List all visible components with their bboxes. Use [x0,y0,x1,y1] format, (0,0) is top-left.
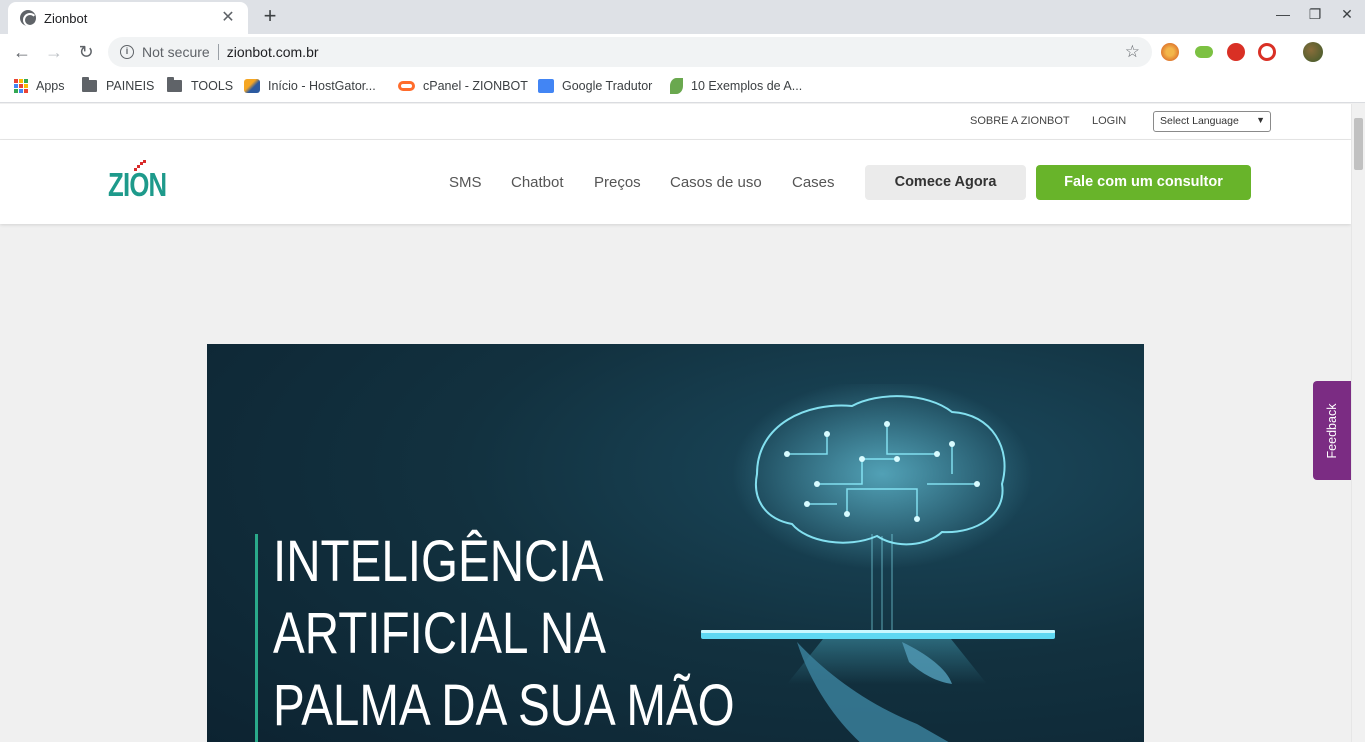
cpanel-icon [398,81,415,91]
site-header: ZION SMS Chatbot Preços Casos de uso Cas… [0,140,1351,224]
feedback-tab[interactable]: Feedback [1313,381,1351,480]
nav-chatbot[interactable]: Chatbot [511,174,564,191]
site-logo[interactable]: ZION [108,158,168,204]
nav-sms[interactable]: SMS [449,174,482,191]
about-link[interactable]: SOBRE A ZIONBOT [970,115,1070,127]
close-window-icon[interactable]: ✕ [1337,6,1357,23]
profile-avatar[interactable] [1303,42,1323,62]
tab-strip: Zionbot ✕ + — ❐ ✕ [0,0,1365,34]
hero-headline-line-2: ARTIFICIAL NA [273,601,606,666]
bookmark-label: Google Tradutor [562,79,653,93]
extension-icon-1[interactable] [1161,43,1179,61]
language-select[interactable]: Select Language ▼ [1153,111,1271,132]
globe-icon [20,10,37,27]
info-icon[interactable]: i [120,45,134,59]
hero-headline: INTELIGÊNCIA ARTIFICIAL NA PALMA DA SUA … [273,526,735,742]
nav-casos-de-uso[interactable]: Casos de uso [670,174,762,191]
restore-icon[interactable]: ❐ [1305,6,1325,23]
url-text[interactable]: zionbot.com.br [227,44,1125,60]
extension-icon-2[interactable] [1195,46,1213,58]
web-page: SOBRE A ZIONBOT LOGIN Select Language ▼ … [0,104,1351,742]
hero-headline-line-1: INTELIGÊNCIA [273,529,604,594]
comece-agora-button[interactable]: Comece Agora [865,165,1026,200]
hostgator-icon [244,79,260,93]
close-tab-icon[interactable]: ✕ [220,10,236,26]
extension-icon-4[interactable] [1258,43,1276,61]
bookmark-label: cPanel - ZIONBOT [423,79,528,93]
minimize-icon[interactable]: — [1273,6,1293,22]
back-icon[interactable]: ← [10,40,34,64]
bookmark-star-icon[interactable]: ☆ [1125,42,1140,62]
chevron-down-icon: ▼ [1256,115,1265,125]
bookmark-label: PAINEIS [106,79,155,93]
nav-cases[interactable]: Cases [792,174,835,191]
scrollbar-thumb[interactable] [1354,118,1363,170]
apps-grid-icon [14,79,28,93]
login-link[interactable]: LOGIN [1092,115,1126,127]
leaf-icon [670,78,683,94]
browser-toolbar: ← → ↻ i Not secure zionbot.com.br ☆ 1 ⋮ [0,34,1365,100]
bookmark-label: 10 Exemplos de A... [691,79,803,93]
bookmarks-bar: Apps PAINEIS TOOLS Início - HostGator...… [0,70,1365,103]
nav-precos[interactable]: Preços [594,174,641,191]
bookmark-label: Apps [36,79,65,93]
omnibox-separator [217,44,219,60]
site-topbar: SOBRE A ZIONBOT LOGIN Select Language ▼ [0,104,1351,140]
hero-banner: INTELIGÊNCIA ARTIFICIAL NA PALMA DA SUA … [207,344,1144,742]
bookmark-google-tradutor[interactable]: Google Tradutor [538,77,652,95]
hero-headline-line-3: PALMA DA SUA MÃO [273,673,735,738]
bookmark-label: TOOLS [191,79,234,93]
bookmark-apps[interactable]: Apps [14,77,65,95]
headline-accent-line [255,534,258,742]
folder-icon [82,77,97,92]
folder-icon [167,77,182,92]
extension-icon-3[interactable] [1227,43,1245,61]
brain-hand-illustration [701,384,1055,742]
address-bar[interactable]: i Not secure zionbot.com.br ☆ [108,37,1152,67]
bookmark-paineis[interactable]: PAINEIS [82,77,154,95]
browser-tab[interactable]: Zionbot ✕ [8,2,248,34]
bookmark-cpanel[interactable]: cPanel - ZIONBOT [398,77,528,95]
page-scrollbar[interactable] [1351,104,1365,742]
bookmark-10-exemplos[interactable]: 10 Exemplos de A... [670,77,802,95]
security-label: Not secure [142,44,210,60]
fale-com-consultor-button[interactable]: Fale com um consultor [1036,165,1251,200]
google-translate-icon [538,79,554,93]
logo-text: ZION [108,166,167,203]
new-tab-button[interactable]: + [258,5,282,29]
bookmark-hostgator[interactable]: Início - HostGator... [244,77,376,95]
forward-icon[interactable]: → [42,40,66,64]
tab-title: Zionbot [44,10,88,26]
bookmark-label: Início - HostGator... [268,79,376,93]
bookmark-tools[interactable]: TOOLS [167,77,233,95]
reload-icon[interactable]: ↻ [74,40,98,64]
language-select-value: Select Language [1160,115,1239,127]
feedback-label: Feedback [1325,403,1339,458]
